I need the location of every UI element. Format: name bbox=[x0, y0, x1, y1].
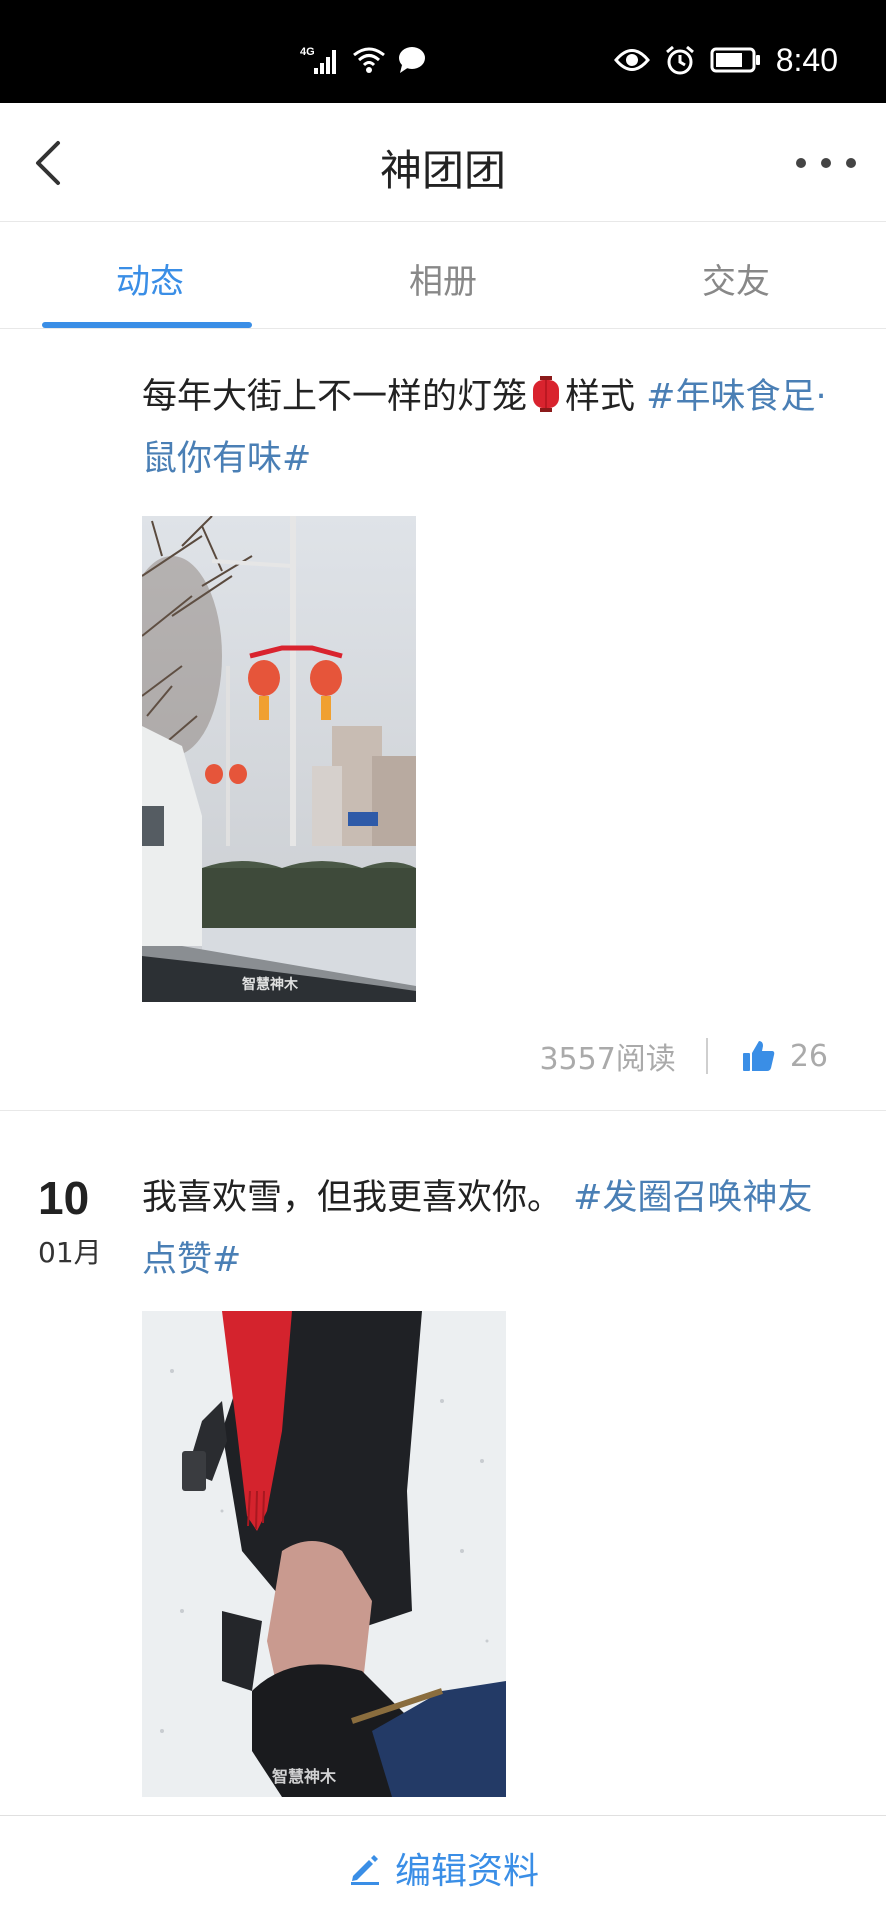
post-date-month: 01月 bbox=[38, 1236, 102, 1269]
pencil-icon bbox=[350, 1855, 379, 1885]
image-watermark: 智慧神木 bbox=[272, 1767, 337, 1786]
eye-icon bbox=[613, 49, 650, 71]
post-2: 10 01月 我喜欢雪，但我更喜欢你。 #发圈召唤神友点赞# 智慧神木 bbox=[0, 1111, 886, 1821]
tab-album[interactable]: 相册 bbox=[293, 254, 593, 303]
post-date-day: 10 bbox=[38, 1172, 90, 1224]
status-bar: 4G 8:40 bbox=[0, 0, 886, 103]
post-image[interactable]: 智慧神木 bbox=[142, 516, 416, 1002]
post-stats: 3557阅读 26 bbox=[539, 1034, 828, 1078]
post-image[interactable]: 智慧神木 bbox=[142, 1311, 506, 1797]
wifi-icon bbox=[353, 47, 385, 73]
thumbs-up-icon bbox=[742, 1041, 775, 1071]
like-button[interactable]: 26 bbox=[742, 1039, 828, 1074]
active-tab-indicator bbox=[42, 322, 252, 328]
signal-icon: 4G bbox=[300, 46, 336, 74]
network-type-label: 4G bbox=[300, 46, 315, 58]
battery-icon bbox=[710, 47, 760, 73]
lantern-icon bbox=[531, 372, 561, 412]
post-text-tail: 样式 bbox=[565, 377, 636, 417]
alarm-icon bbox=[665, 45, 694, 75]
bottom-bar: 编辑资料 bbox=[0, 1815, 886, 1921]
edit-profile-label: 编辑资料 bbox=[394, 1851, 539, 1892]
more-dots-icon[interactable] bbox=[796, 143, 856, 183]
post-text[interactable]: 我喜欢雪，但我更喜欢你。 #发圈召唤神友点赞# bbox=[142, 1167, 842, 1291]
tab-feed[interactable]: 动态 bbox=[0, 254, 300, 303]
post-text-main: 每年大街上不一样的灯笼 bbox=[142, 377, 528, 417]
nav-bar: 神团团 bbox=[0, 103, 886, 222]
post-text[interactable]: 每年大街上不一样的灯笼 样式 #年味食足·鼠你有味# bbox=[142, 366, 842, 490]
post-text-main: 我喜欢雪，但我更喜欢你。 bbox=[142, 1178, 563, 1218]
image-watermark: 智慧神木 bbox=[242, 977, 298, 993]
status-left: 4G bbox=[300, 40, 428, 80]
stats-divider bbox=[705, 1038, 708, 1074]
tab-friends[interactable]: 交友 bbox=[586, 254, 886, 303]
post-1: 每年大街上不一样的灯笼 样式 #年味食足·鼠你有味# 智慧神木 3557阅读 2… bbox=[0, 330, 886, 1110]
page-title: 神团团 bbox=[379, 146, 506, 195]
status-right: 8:40 bbox=[613, 40, 838, 80]
tab-bar: 动态 相册 交友 bbox=[0, 222, 886, 329]
like-count: 26 bbox=[789, 1038, 828, 1074]
edit-profile-button[interactable]: 编辑资料 bbox=[0, 1842, 886, 1894]
status-time: 8:40 bbox=[775, 41, 838, 78]
message-icon bbox=[399, 47, 425, 73]
read-count: 3557阅读 bbox=[539, 1042, 676, 1077]
